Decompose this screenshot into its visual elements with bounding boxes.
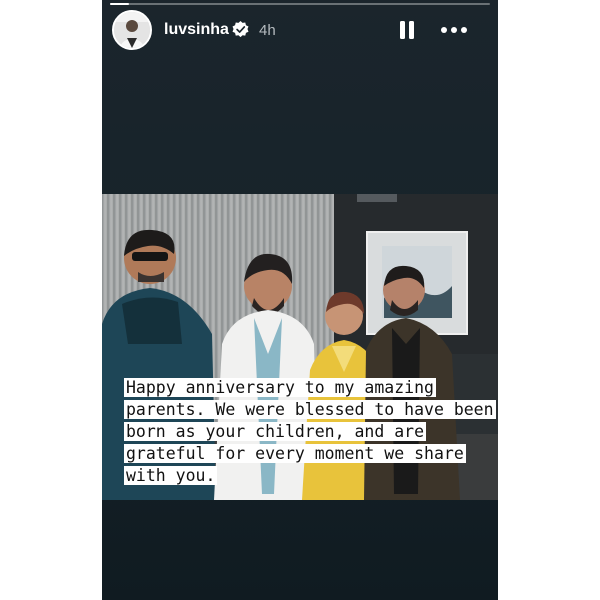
story-timestamp: 4h [259, 22, 276, 39]
avatar[interactable] [112, 10, 152, 50]
story-viewer[interactable]: luvsinha 4h Happy anniversary to my amaz… [102, 0, 498, 600]
verified-badge-icon [232, 21, 249, 38]
username[interactable]: luvsinha [164, 21, 229, 39]
more-options-icon[interactable] [440, 21, 468, 39]
story-progress-bar [110, 3, 490, 5]
story-caption: Happy anniversary to my amazing parents.… [124, 377, 496, 487]
story-progress-fill [110, 3, 129, 5]
story-header: luvsinha 4h [102, 8, 498, 54]
story-caption-text: Happy anniversary to my amazing parents.… [124, 378, 496, 485]
pause-icon[interactable] [399, 21, 415, 39]
